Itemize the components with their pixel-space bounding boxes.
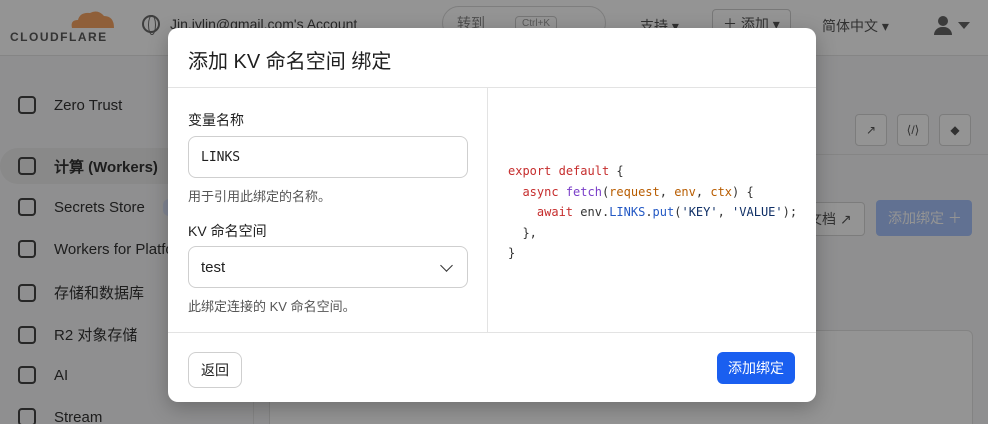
variable-name-help: 用于引用此绑定的名称。 bbox=[188, 189, 332, 204]
add-kv-binding-dialog: 添加 KV 命名空间 绑定 变量名称 用于引用此绑定的名称。 KV 命名空间 t… bbox=[168, 28, 816, 402]
code-preview: export default { async fetch(request, en… bbox=[489, 88, 816, 333]
add-binding-submit-button[interactable]: 添加绑定 bbox=[717, 352, 795, 384]
code-snippet: export default { async fetch(request, en… bbox=[508, 164, 798, 260]
dialog-footer: 返回 添加绑定 bbox=[168, 333, 816, 402]
back-button[interactable]: 返回 bbox=[188, 352, 242, 388]
variable-name-input[interactable] bbox=[188, 136, 468, 178]
kv-namespace-select[interactable]: test bbox=[188, 246, 468, 288]
kv-namespace-value: test bbox=[201, 258, 226, 276]
binding-form: 变量名称 用于引用此绑定的名称。 KV 命名空间 test 此绑定连接的 KV … bbox=[168, 88, 488, 333]
dialog-header: 添加 KV 命名空间 绑定 bbox=[168, 28, 816, 88]
kv-namespace-label: KV 命名空间 bbox=[188, 223, 267, 239]
chevron-down-icon bbox=[440, 258, 453, 272]
dialog-title: 添加 KV 命名空间 绑定 bbox=[188, 51, 392, 73]
dialog-body: 变量名称 用于引用此绑定的名称。 KV 命名空间 test 此绑定连接的 KV … bbox=[168, 88, 816, 333]
variable-name-label: 变量名称 bbox=[188, 112, 244, 128]
kv-namespace-help: 此绑定连接的 KV 命名空间。 bbox=[188, 299, 356, 314]
